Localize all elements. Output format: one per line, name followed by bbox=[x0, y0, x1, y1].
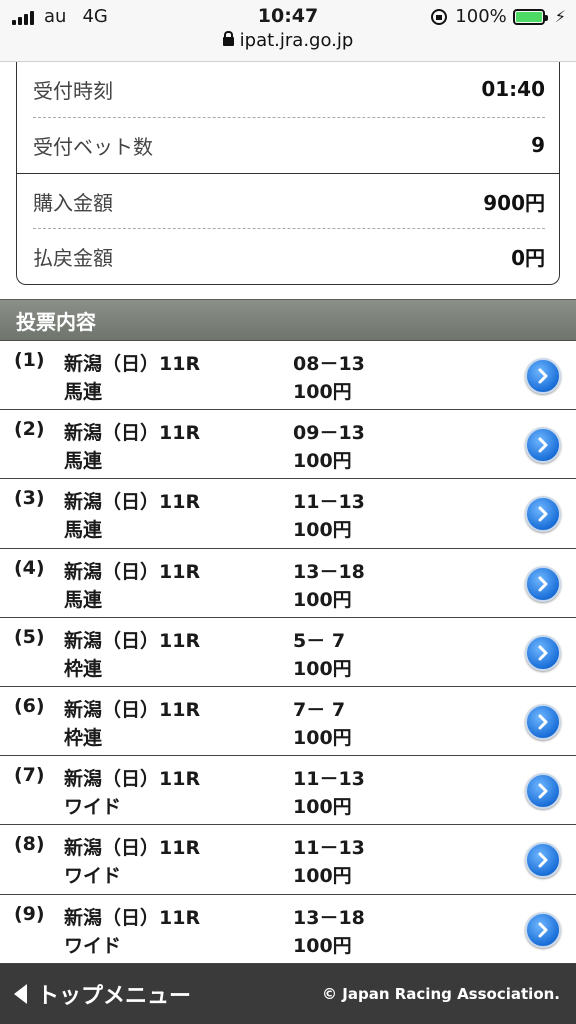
bet-amount: 100円 bbox=[293, 519, 352, 542]
bet-combination: 13－18 bbox=[293, 560, 365, 583]
chevron-right-icon[interactable] bbox=[525, 565, 561, 602]
bet-combination: 7－ 7 bbox=[293, 698, 346, 721]
bet-type: ワイド bbox=[64, 934, 122, 957]
section-header: 投票内容 bbox=[0, 299, 576, 341]
summary-row-bet-count: 受付ベット数 9 bbox=[33, 118, 545, 172]
bet-type: ワイド bbox=[64, 865, 122, 888]
bet-row[interactable]: (6) 新潟（日）11R 枠連 7－ 7 100円 bbox=[0, 687, 576, 757]
charging-icon: ⚡ bbox=[554, 7, 566, 26]
bet-number: (9) bbox=[14, 902, 45, 925]
bet-combination: 5－ 7 bbox=[293, 629, 346, 652]
bet-number: (2) bbox=[14, 418, 45, 441]
lock-icon bbox=[222, 31, 234, 46]
chevron-right-icon[interactable] bbox=[525, 911, 561, 948]
summary-label: 受付時刻 bbox=[33, 78, 113, 103]
bet-combination: 13－18 bbox=[293, 906, 365, 929]
bet-race: 新潟（日）11R bbox=[64, 629, 201, 652]
bet-race: 新潟（日）11R bbox=[64, 837, 201, 860]
bet-number: (3) bbox=[14, 487, 45, 510]
bet-race: 新潟（日）11R bbox=[64, 698, 201, 721]
bet-amount: 100円 bbox=[293, 796, 352, 819]
bet-race: 新潟（日）11R bbox=[64, 560, 201, 583]
rotation-lock-icon bbox=[431, 8, 448, 25]
bet-row[interactable]: (3) 新潟（日）11R 馬連 11－13 100円 bbox=[0, 479, 576, 549]
status-bar: au 4G 10:47 100% ⚡ ipat.jra.go.jp bbox=[0, 0, 576, 62]
bet-row[interactable]: (2) 新潟（日）11R 馬連 09－13 100円 bbox=[0, 410, 576, 480]
bet-row[interactable]: (1) 新潟（日）11R 馬連 08－13 100円 bbox=[0, 341, 576, 411]
summary-label: 受付ベット数 bbox=[33, 134, 153, 159]
top-menu-label: トップメニュー bbox=[37, 984, 192, 1009]
receipt-summary: 受付時刻 01:40 受付ベット数 9 購入金額 900円 払戻金額 0円 bbox=[16, 62, 560, 285]
bet-number: (6) bbox=[14, 694, 45, 717]
chevron-right-icon[interactable] bbox=[525, 496, 561, 533]
bet-race: 新潟（日）11R bbox=[64, 353, 201, 375]
summary-value: 900円 bbox=[483, 190, 545, 215]
chevron-right-icon[interactable] bbox=[525, 634, 561, 671]
bet-number: (1) bbox=[14, 349, 45, 371]
bet-amount: 100円 bbox=[293, 934, 352, 957]
bet-type: ワイド bbox=[64, 796, 122, 819]
bet-type: 馬連 bbox=[64, 519, 103, 542]
bet-row[interactable]: (9) 新潟（日）11R ワイド 13－18 100円 bbox=[0, 895, 576, 964]
bet-combination: 11－13 bbox=[293, 491, 365, 514]
summary-value: 0円 bbox=[511, 245, 545, 270]
bet-amount: 100円 bbox=[293, 588, 352, 611]
bet-type: 馬連 bbox=[64, 588, 103, 611]
copyright: © Japan Racing Association. bbox=[322, 985, 560, 1003]
top-menu-link[interactable]: トップメニュー bbox=[14, 978, 191, 1010]
bet-number: (7) bbox=[14, 764, 45, 787]
chevron-right-icon[interactable] bbox=[525, 358, 561, 394]
bet-number: (4) bbox=[14, 556, 45, 579]
battery-percent: 100% bbox=[455, 6, 507, 27]
bet-combination: 08－13 bbox=[293, 353, 365, 375]
summary-value: 01:40 bbox=[481, 77, 545, 101]
bet-amount: 100円 bbox=[293, 381, 352, 403]
chevron-right-icon[interactable] bbox=[525, 427, 561, 464]
summary-label: 払戻金額 bbox=[33, 245, 113, 270]
bet-amount: 100円 bbox=[293, 450, 352, 473]
bet-combination: 09－13 bbox=[293, 422, 365, 445]
summary-row-time: 受付時刻 01:40 bbox=[33, 62, 545, 116]
bet-list: (1) 新潟（日）11R 馬連 08－13 100円 (2) 新潟（日）11R … bbox=[0, 341, 576, 964]
url-text: ipat.jra.go.jp bbox=[239, 30, 354, 51]
bet-amount: 100円 bbox=[293, 657, 352, 680]
chevron-right-icon[interactable] bbox=[525, 773, 561, 810]
bet-amount: 100円 bbox=[293, 865, 352, 888]
bet-type: 馬連 bbox=[64, 450, 103, 473]
bet-type: 枠連 bbox=[64, 726, 103, 749]
chevron-right-icon[interactable] bbox=[525, 842, 561, 879]
bet-type: 馬連 bbox=[64, 381, 103, 403]
summary-label: 購入金額 bbox=[33, 190, 113, 215]
bet-number: (8) bbox=[14, 833, 45, 856]
bet-race: 新潟（日）11R bbox=[64, 422, 201, 445]
bet-amount: 100円 bbox=[293, 726, 352, 749]
summary-row-purchase: 購入金額 900円 bbox=[33, 174, 545, 228]
bet-combination: 11－13 bbox=[293, 768, 365, 791]
bet-combination: 11－13 bbox=[293, 837, 365, 860]
summary-value: 9 bbox=[531, 133, 545, 157]
bet-race: 新潟（日）11R bbox=[64, 491, 201, 514]
bet-row[interactable]: (5) 新潟（日）11R 枠連 5－ 7 100円 bbox=[0, 618, 576, 687]
bet-row[interactable]: (7) 新潟（日）11R ワイド 11－13 100円 bbox=[0, 756, 576, 826]
bet-type: 枠連 bbox=[64, 657, 103, 680]
footer: トップメニュー © Japan Racing Association. bbox=[0, 964, 576, 1024]
battery-icon bbox=[512, 8, 548, 25]
summary-row-payout: 払戻金額 0円 bbox=[33, 229, 545, 283]
back-arrow-icon bbox=[14, 984, 27, 1004]
chevron-right-icon[interactable] bbox=[525, 703, 561, 740]
bet-row[interactable]: (4) 新潟（日）11R 馬連 13－18 100円 bbox=[0, 549, 576, 618]
status-right: 100% ⚡ bbox=[431, 6, 566, 27]
bet-number: (5) bbox=[14, 625, 45, 648]
address-bar[interactable]: ipat.jra.go.jp bbox=[0, 30, 576, 51]
bet-race: 新潟（日）11R bbox=[64, 768, 201, 791]
bet-row[interactable]: (8) 新潟（日）11R ワイド 11－13 100円 bbox=[0, 825, 576, 895]
bet-race: 新潟（日）11R bbox=[64, 906, 201, 929]
